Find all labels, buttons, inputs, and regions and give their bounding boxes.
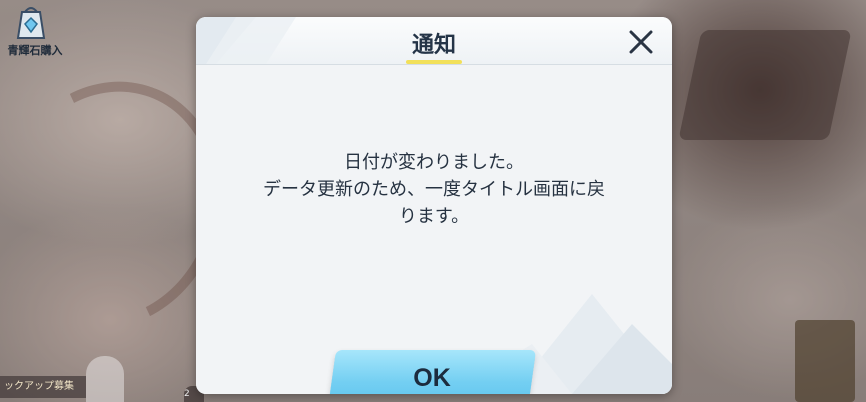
shop-button[interactable]: 青輝石購入 [0,0,70,66]
dialog-header: 通知 [196,17,672,65]
dialog-title: 通知 [411,33,456,58]
message-line: データ更新のため、一度タイトル画面に戻 [263,179,605,200]
shop-label: 青輝石購入 [7,44,63,57]
close-button[interactable] [626,27,656,57]
dialog-body: 日付が変わりました。 データ更新のため、一度タイトル画面に戻 ります。 OK [196,65,672,394]
message-line: ります。 [398,206,470,227]
notice-dialog: 通知 日付が変わりました。 データ更新のため、一度タイトル画面に戻 ります。 O… [196,17,672,394]
dialog-message: 日付が変わりました。 データ更新のため、一度タイトル画面に戻 ります。 [216,149,652,230]
pickup-banner[interactable]: ックアップ募集 [0,376,86,398]
title-underline [406,60,462,64]
ok-button[interactable]: OK [327,350,537,394]
ok-button-label: OK [413,364,451,392]
message-line: 日付が変わりました。 [344,152,524,173]
character-thumbnail [86,356,124,402]
close-icon [629,30,653,54]
gem-bag-icon [16,7,46,39]
